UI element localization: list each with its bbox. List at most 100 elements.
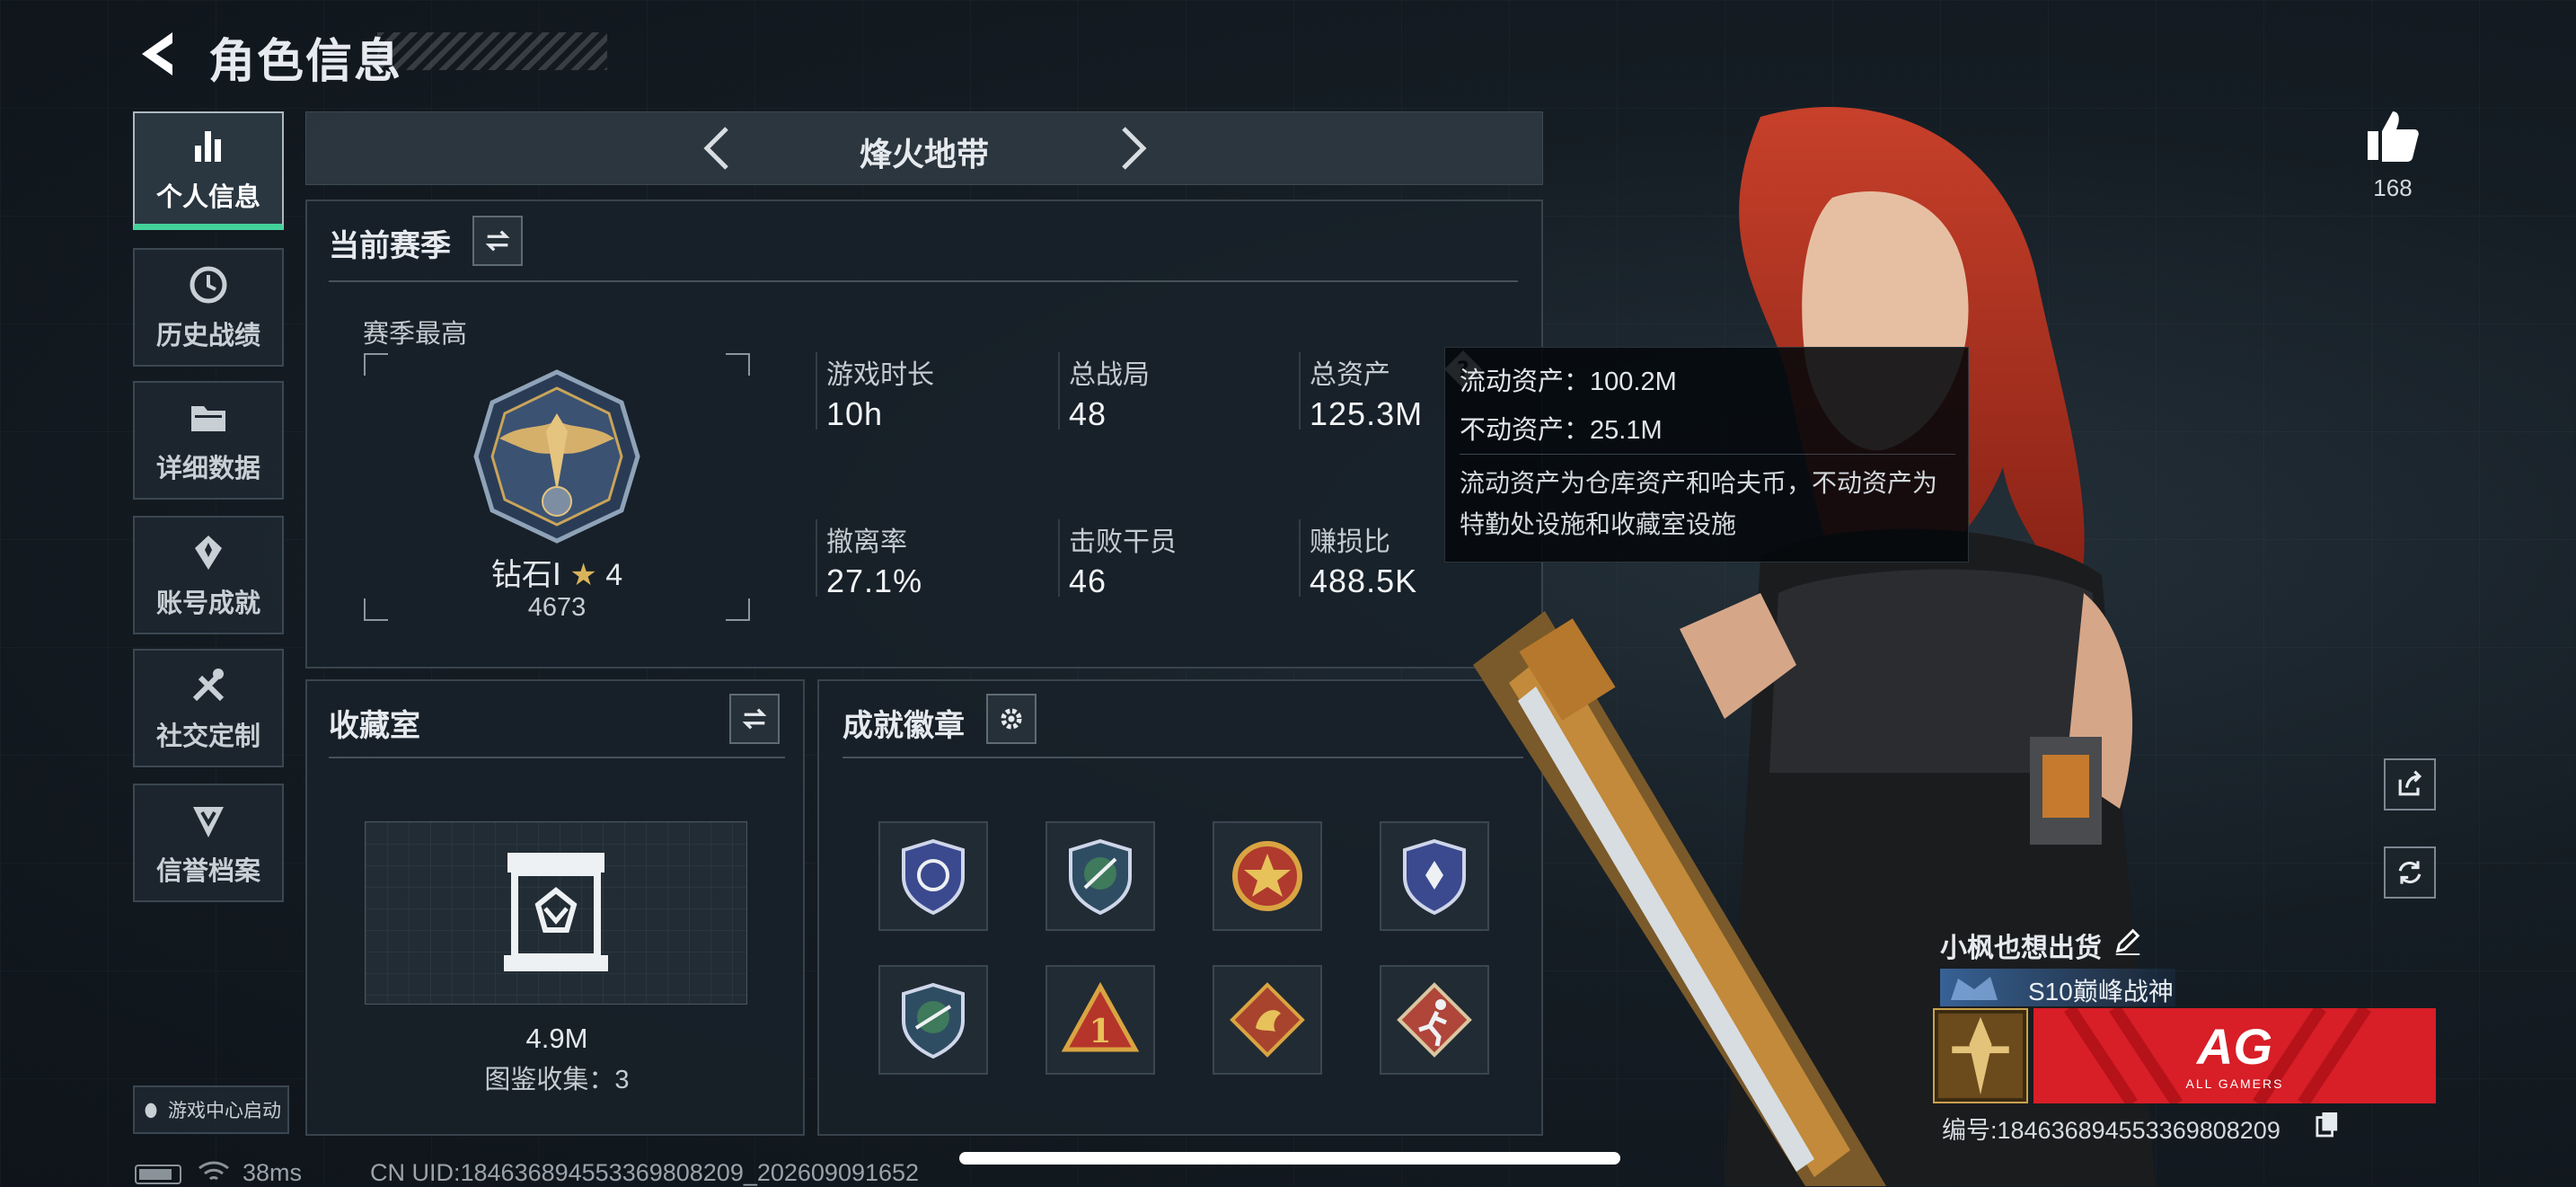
- avatar-emblem-icon: [1937, 1013, 2024, 1099]
- red-star-badge-icon: [1232, 841, 1302, 911]
- stat-label: 赚损比: [1310, 527, 1390, 557]
- achievements-settings-button[interactable]: [986, 694, 1037, 744]
- banner-sub-text: ALL GAMERS: [2185, 1076, 2284, 1091]
- chevron-right-icon: [1122, 127, 1147, 170]
- back-button[interactable]: [133, 27, 183, 81]
- number-one-badge-icon: 1: [1061, 981, 1140, 1052]
- star-icon: ★: [569, 558, 597, 592]
- penguin-icon: [145, 1103, 157, 1119]
- medal-icon: [195, 536, 222, 570]
- stat-value: 27.1%: [826, 562, 923, 599]
- sidebar-item-profile[interactable]: 个人信息: [133, 111, 284, 230]
- player-title: S10巅峰战神: [2028, 978, 2174, 1005]
- svg-text:1: 1: [1089, 1013, 1111, 1050]
- tooltip-fixed-assets: 不动资产：25.1M: [1460, 416, 1663, 445]
- mode-selector: 烽火地带: [305, 111, 1543, 185]
- mode-name: 烽火地带: [859, 136, 989, 173]
- copy-uid-button[interactable]: [2316, 1111, 2341, 1139]
- rank-stars: 4: [605, 558, 623, 592]
- season-title: 当前赛季: [329, 229, 451, 263]
- stat-separator: [1058, 352, 1060, 430]
- stat-separator: [1058, 519, 1060, 597]
- collection-count: 图鉴收集：3: [484, 1066, 630, 1094]
- stat-separator: [1299, 519, 1301, 597]
- share-icon: [2398, 770, 2422, 796]
- ping-text: 38ms: [243, 1159, 303, 1186]
- share-button[interactable]: [2384, 758, 2436, 811]
- sidebar-item-label: 个人信息: [155, 182, 260, 212]
- shield-wings-badge-icon: [1069, 838, 1132, 916]
- tooltip-liquid-assets: 流动资产：100.2M: [1460, 368, 1677, 396]
- sidebar-item-social[interactable]: 社交定制: [133, 649, 284, 767]
- home-indicator[interactable]: [959, 1152, 1620, 1165]
- stat-label: 游戏时长: [826, 360, 934, 390]
- divider: [329, 280, 1518, 282]
- achievement-badge[interactable]: [1045, 821, 1155, 931]
- page-title: 角色信息: [208, 36, 403, 88]
- sidebar-item-details[interactable]: 详细数据: [133, 381, 284, 500]
- folder-icon: [191, 406, 225, 431]
- battery-icon: [135, 1165, 181, 1184]
- divider: [329, 757, 785, 758]
- player-uid: 编号:184636894553369808209: [1942, 1111, 2280, 1146]
- stat-value: 46: [1069, 562, 1107, 599]
- collection-switch-button[interactable]: [729, 694, 780, 744]
- rank-points: 4673: [527, 593, 587, 622]
- achievements-title: 成就徽章: [842, 709, 965, 743]
- season-panel: 当前赛季 赛季最高 钻石Ⅰ ★ 4 4673 游戏时长 10h 总战局 48 总…: [305, 199, 1543, 669]
- sidebar-item-achievements[interactable]: 账号成就: [133, 516, 284, 634]
- stat-value: 10h: [826, 395, 884, 432]
- refresh-button[interactable]: [2384, 846, 2436, 899]
- player-name: 小枫也想出货: [1940, 926, 2102, 965]
- stat-label: 击败干员: [1069, 527, 1177, 557]
- copy-icon: [2316, 1112, 2338, 1138]
- season-switch-button[interactable]: [472, 216, 523, 266]
- like-count: 168: [2373, 174, 2413, 201]
- sidebar-item-label: 账号成就: [155, 589, 260, 618]
- dragon-badge-icon: [1230, 982, 1305, 1058]
- clock-history-icon: [190, 266, 227, 304]
- cn-uid-text: CN UID:184636894553369808209_20260909165…: [370, 1159, 920, 1186]
- achievement-badge[interactable]: [1213, 965, 1322, 1075]
- achievement-badge[interactable]: [1213, 821, 1322, 931]
- divider: [1460, 454, 1955, 455]
- player-banner: AG ALL GAMERS: [2033, 1008, 2436, 1103]
- edit-name-button[interactable]: [2113, 926, 2145, 960]
- tooltip-description: 流动资产为仓库资产和哈夫币，不动资产为特勤处设施和收藏室设施: [1460, 469, 1938, 538]
- stat-label: 总战局: [1069, 360, 1150, 390]
- stat-separator: [816, 352, 817, 430]
- avatar[interactable]: [1933, 1008, 2028, 1103]
- sidebar-item-label: 信誉档案: [155, 857, 260, 886]
- swap-icon: [485, 230, 510, 252]
- sidebar-item-label: 社交定制: [155, 722, 260, 751]
- game-center-button[interactable]: 游戏中心启动: [133, 1085, 289, 1134]
- thumbs-up-icon: [2368, 111, 2419, 162]
- gear-icon: [1001, 708, 1022, 730]
- pencil-icon: [2115, 928, 2140, 956]
- shield-blue-badge-icon: [902, 838, 965, 916]
- game-center-label: 游戏中心启动: [168, 1101, 281, 1121]
- achievement-badge[interactable]: [878, 965, 988, 1075]
- collection-preview[interactable]: [365, 821, 747, 1005]
- tools-icon: [192, 669, 225, 702]
- stat-value: 48: [1069, 395, 1107, 432]
- title-decoration: [377, 32, 607, 70]
- rank-emblem-icon: [473, 369, 640, 544]
- wifi-icon: [198, 1161, 229, 1181]
- player-uid-text: 编号:184636894553369808209: [1942, 1117, 2280, 1144]
- stat-separator: [816, 519, 817, 597]
- achievement-badge[interactable]: 1: [1045, 965, 1155, 1075]
- sidebar-item-history[interactable]: 历史战绩: [133, 248, 284, 367]
- sidebar-item-label: 详细数据: [155, 455, 260, 483]
- mode-next-button[interactable]: [1104, 121, 1158, 175]
- collection-value: 4.9M: [525, 1023, 588, 1054]
- achievement-badge[interactable]: [878, 821, 988, 931]
- sidebar-item-credit[interactable]: 信誉档案: [133, 784, 284, 902]
- player-name-text: 小枫也想出货: [1940, 934, 2102, 963]
- back-arrow-icon: [142, 32, 172, 75]
- asset-tooltip: 流动资产：100.2M 不动资产：25.1M 流动资产为仓库资产和哈夫币，不动资…: [1444, 347, 1969, 562]
- crown-title-icon: [1951, 977, 1998, 1000]
- stat-label: 总资产: [1310, 360, 1390, 390]
- stat-label: 撤离率: [826, 527, 907, 557]
- like-button[interactable]: [2362, 106, 2423, 167]
